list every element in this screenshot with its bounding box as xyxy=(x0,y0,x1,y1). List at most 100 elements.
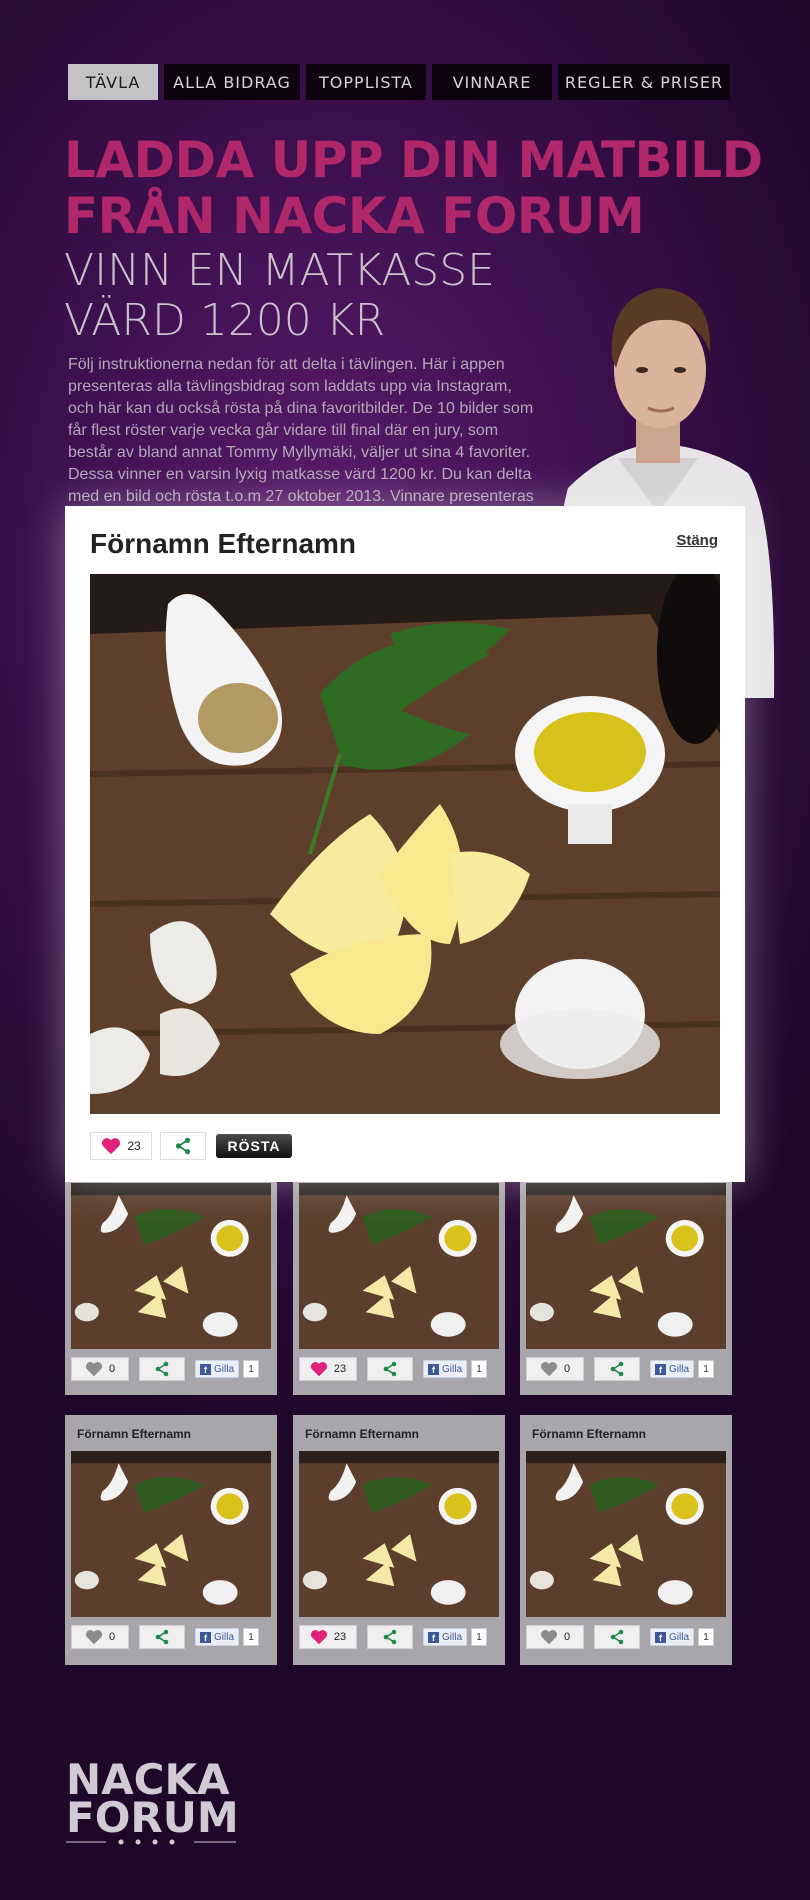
share-icon xyxy=(155,1361,169,1377)
logo-line-2: FORUM xyxy=(66,1793,236,1842)
share-icon xyxy=(383,1361,397,1377)
facebook-like-button[interactable]: f Gilla xyxy=(650,1628,695,1646)
facebook-like-label: Gilla xyxy=(442,1631,463,1643)
like-button[interactable]: 0 xyxy=(526,1625,584,1649)
share-button[interactable] xyxy=(367,1357,413,1381)
facebook-like-button[interactable]: f Gilla xyxy=(423,1360,468,1378)
facebook-like: f Gilla 1 xyxy=(195,1360,260,1378)
food-photo xyxy=(299,1451,499,1617)
facebook-like-count: 1 xyxy=(243,1360,260,1378)
tab-tavla[interactable]: TÄVLA xyxy=(68,64,158,100)
card-actions: 23 f Gilla 1 xyxy=(299,1357,488,1381)
facebook-icon: f xyxy=(428,1631,439,1643)
like-count: 0 xyxy=(108,1363,116,1375)
heart-icon xyxy=(85,1630,103,1645)
facebook-like-button[interactable]: f Gilla xyxy=(650,1360,695,1378)
facebook-like-label: Gilla xyxy=(669,1631,690,1643)
entry-author: Förnamn Efternamn xyxy=(532,1427,647,1441)
entry-photo[interactable] xyxy=(526,1183,726,1349)
like-button[interactable]: 0 xyxy=(71,1625,129,1649)
facebook-like: f Gilla 1 xyxy=(650,1360,715,1378)
heart-icon xyxy=(102,1138,121,1155)
share-button[interactable] xyxy=(139,1357,185,1381)
entry-card[interactable]: Förnamn Efternamn 23 f Gilla 1 xyxy=(293,1415,505,1665)
entry-photo[interactable] xyxy=(299,1183,499,1349)
like-count: 0 xyxy=(563,1363,571,1375)
tab-regler-priser[interactable]: REGLER & PRISER xyxy=(558,64,730,100)
card-actions: 0 f Gilla 1 xyxy=(71,1357,260,1381)
food-photo xyxy=(71,1451,271,1617)
subhead-line-1: VINN EN MATKASSE xyxy=(64,245,495,296)
share-icon xyxy=(610,1629,624,1645)
facebook-like-button[interactable]: f Gilla xyxy=(195,1360,240,1378)
entry-modal: Förnamn Efternamn Stäng 23 RÖSTA xyxy=(65,506,745,1182)
like-button[interactable]: 0 xyxy=(526,1357,584,1381)
entry-card[interactable]: 0 f Gilla 1 xyxy=(65,1145,277,1395)
heart-icon xyxy=(310,1630,327,1645)
food-photo xyxy=(299,1183,499,1349)
heart-icon xyxy=(85,1362,103,1377)
close-link[interactable]: Stäng xyxy=(676,532,718,549)
like-button[interactable]: 0 xyxy=(71,1357,129,1381)
facebook-like-count: 1 xyxy=(698,1628,715,1646)
share-button[interactable] xyxy=(594,1357,640,1381)
entry-card[interactable]: 0 f Gilla 1 xyxy=(520,1145,732,1395)
tab-alla-bidrag[interactable]: ALLA BIDRAG xyxy=(164,64,300,100)
facebook-like-label: Gilla xyxy=(214,1363,235,1375)
subhead-line-2: VÄRD 1200 KR xyxy=(64,295,386,346)
card-actions: 0 f Gilla 1 xyxy=(526,1357,715,1381)
nacka-forum-logo: NACKA FORUM xyxy=(66,1756,236,1845)
share-button[interactable] xyxy=(367,1625,413,1649)
food-photo xyxy=(90,574,720,1114)
entry-photo[interactable] xyxy=(71,1451,271,1617)
share-icon xyxy=(155,1629,169,1645)
tab-vinnare[interactable]: VINNARE xyxy=(432,64,552,100)
facebook-like-count: 1 xyxy=(471,1628,488,1646)
entry-card[interactable]: Förnamn Efternamn 0 f Gilla 1 xyxy=(65,1415,277,1665)
like-count: 23 xyxy=(127,1139,141,1153)
like-count: 23 xyxy=(333,1363,347,1375)
headline-line-1: LADDA UPP DIN MATBILD xyxy=(64,131,763,189)
food-photo xyxy=(526,1451,726,1617)
share-button[interactable] xyxy=(160,1132,206,1160)
card-actions: 0 f Gilla 1 xyxy=(526,1625,715,1649)
modal-actions: 23 RÖSTA xyxy=(90,1132,292,1160)
facebook-like-button[interactable]: f Gilla xyxy=(195,1628,240,1646)
facebook-icon: f xyxy=(200,1631,211,1643)
facebook-like: f Gilla 1 xyxy=(423,1628,488,1646)
entry-author: Förnamn Efternamn xyxy=(305,1427,420,1441)
share-icon xyxy=(383,1629,397,1645)
tab-topplista[interactable]: TOPPLISTA xyxy=(306,64,426,100)
food-photo xyxy=(526,1183,726,1349)
like-count: 0 xyxy=(108,1631,116,1643)
facebook-icon: f xyxy=(655,1363,666,1375)
heart-icon xyxy=(540,1362,558,1377)
facebook-icon: f xyxy=(655,1631,666,1643)
like-button[interactable]: 23 xyxy=(299,1625,357,1649)
hero-headline: LADDA UPP DIN MATBILD FRÅN NACKA FORUM xyxy=(64,132,764,244)
entry-card[interactable]: 23 f Gilla 1 xyxy=(293,1145,505,1395)
facebook-like-count: 1 xyxy=(243,1628,260,1646)
food-photo xyxy=(71,1183,271,1349)
like-count: 0 xyxy=(563,1631,571,1643)
heart-icon xyxy=(540,1630,558,1645)
vote-button[interactable]: RÖSTA xyxy=(216,1134,292,1158)
facebook-like: f Gilla 1 xyxy=(650,1628,715,1646)
like-button[interactable]: 23 xyxy=(299,1357,357,1381)
entry-photo[interactable] xyxy=(526,1451,726,1617)
facebook-like-label: Gilla xyxy=(669,1363,690,1375)
entry-photo[interactable] xyxy=(71,1183,271,1349)
card-actions: 0 f Gilla 1 xyxy=(71,1625,260,1649)
entry-card[interactable]: Förnamn Efternamn 0 f Gilla 1 xyxy=(520,1415,732,1665)
modal-photo xyxy=(90,574,720,1114)
share-button[interactable] xyxy=(139,1625,185,1649)
facebook-like-button[interactable]: f Gilla xyxy=(423,1628,468,1646)
share-icon xyxy=(610,1361,624,1377)
like-button[interactable]: 23 xyxy=(90,1132,152,1160)
like-count: 23 xyxy=(333,1631,347,1643)
entry-photo[interactable] xyxy=(299,1451,499,1617)
facebook-like: f Gilla 1 xyxy=(423,1360,488,1378)
hero-subhead: VINN EN MATKASSE VÄRD 1200 KR xyxy=(64,246,584,346)
share-button[interactable] xyxy=(594,1625,640,1649)
modal-title: Förnamn Efternamn xyxy=(90,528,357,559)
